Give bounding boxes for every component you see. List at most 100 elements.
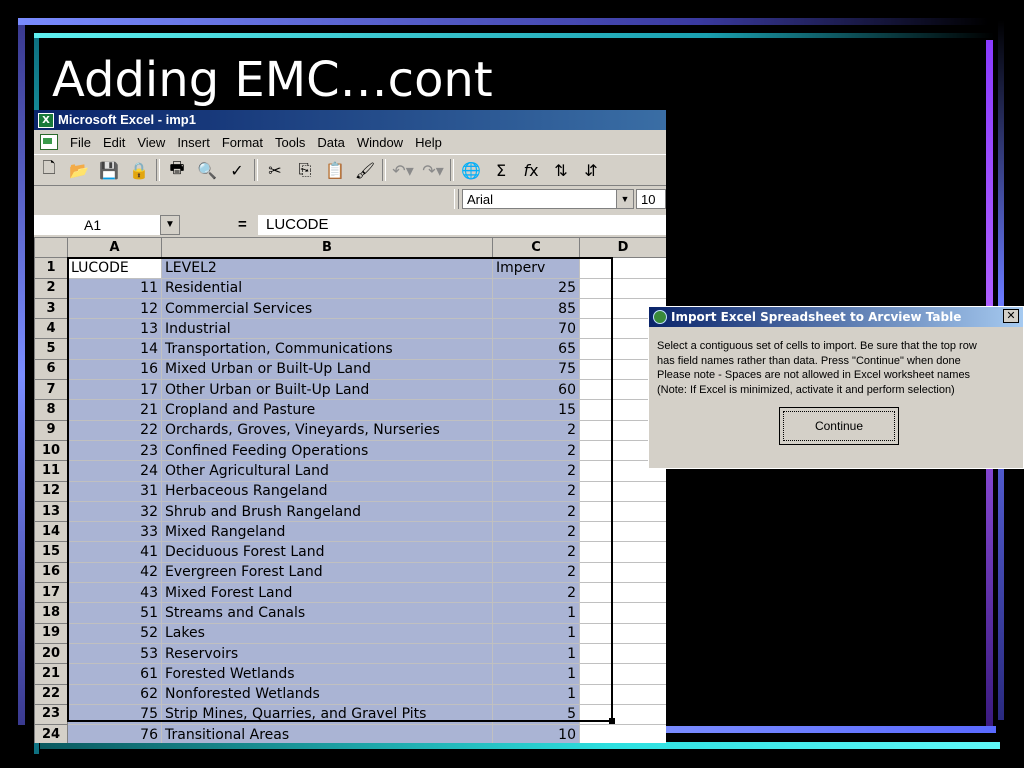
cell-lucode[interactable]: 32 xyxy=(67,500,162,523)
cell-empty[interactable] xyxy=(579,622,666,644)
cell-level2[interactable]: Industrial xyxy=(161,318,493,340)
fill-handle[interactable] xyxy=(609,718,615,724)
cell-c1[interactable]: Imperv xyxy=(492,257,580,279)
row-header[interactable]: 3 xyxy=(34,297,68,320)
menu-edit[interactable]: Edit xyxy=(97,135,131,150)
menu-window[interactable]: Window xyxy=(351,135,409,150)
cell-lucode[interactable]: 21 xyxy=(67,399,162,421)
cell-lucode[interactable]: 11 xyxy=(67,277,162,299)
undo-icon[interactable]: ↶▾ xyxy=(391,158,415,182)
dialog-title-bar[interactable]: Import Excel Spreadsheet to Arcview Tabl… xyxy=(649,307,1023,327)
row-header[interactable]: 8 xyxy=(34,399,68,421)
cell-empty[interactable] xyxy=(579,277,666,299)
cell-imperv[interactable]: 2 xyxy=(492,419,580,441)
cell-imperv[interactable]: 2 xyxy=(492,439,580,462)
continue-button[interactable]: Continue xyxy=(779,407,899,445)
save-icon[interactable]: 💾 xyxy=(97,158,121,182)
cell-empty[interactable] xyxy=(579,703,666,726)
cell-imperv[interactable]: 2 xyxy=(492,561,580,584)
cell-b1[interactable]: LEVEL2 xyxy=(161,257,493,279)
menu-insert[interactable]: Insert xyxy=(171,135,216,150)
cell-imperv[interactable]: 2 xyxy=(492,521,580,543)
cut-icon[interactable]: ✂ xyxy=(263,158,287,182)
cell-imperv[interactable]: 5 xyxy=(492,703,580,726)
row-header[interactable]: 18 xyxy=(34,602,68,624)
toolbar-grip[interactable] xyxy=(454,189,459,209)
cell-level2[interactable]: Mixed Rangeland xyxy=(161,521,493,543)
cell-empty[interactable] xyxy=(579,663,666,685)
cell-lucode[interactable]: 51 xyxy=(67,602,162,624)
select-all-corner[interactable] xyxy=(34,236,68,259)
cell-imperv[interactable]: 2 xyxy=(492,500,580,523)
cell-empty[interactable] xyxy=(579,480,666,502)
cell-level2[interactable]: Lakes xyxy=(161,622,493,644)
cell-imperv[interactable]: 1 xyxy=(492,683,580,705)
cell-empty[interactable] xyxy=(579,582,666,604)
cell-imperv[interactable]: 1 xyxy=(492,602,580,624)
cell-lucode[interactable]: 76 xyxy=(67,724,162,743)
cell-imperv[interactable]: 2 xyxy=(492,460,580,482)
cell-lucode[interactable]: 14 xyxy=(67,338,162,360)
cell-imperv[interactable]: 65 xyxy=(492,338,580,360)
font-name-select[interactable]: Arial ▼ xyxy=(462,189,634,209)
redo-icon[interactable]: ↷▾ xyxy=(421,158,445,182)
row-header[interactable]: 9 xyxy=(34,419,68,441)
sort-descending-icon[interactable]: ⇵ xyxy=(579,158,603,182)
cell-d1[interactable] xyxy=(579,257,666,279)
cell-level2[interactable]: Nonforested Wetlands xyxy=(161,683,493,705)
row-header[interactable]: 11 xyxy=(34,460,68,482)
cell-lucode[interactable]: 53 xyxy=(67,642,162,665)
row-header[interactable]: 20 xyxy=(34,642,68,665)
cell-lucode[interactable]: 52 xyxy=(67,622,162,644)
column-header-c[interactable]: C xyxy=(492,236,580,259)
cell-lucode[interactable]: 41 xyxy=(67,541,162,563)
menu-help[interactable]: Help xyxy=(409,135,448,150)
cell-lucode[interactable]: 42 xyxy=(67,561,162,584)
menu-tools[interactable]: Tools xyxy=(269,135,311,150)
cell-imperv[interactable]: 2 xyxy=(492,541,580,563)
cell-a1[interactable]: LUCODE xyxy=(67,257,162,279)
cell-imperv[interactable]: 2 xyxy=(492,582,580,604)
row-header[interactable]: 21 xyxy=(34,663,68,685)
cell-imperv[interactable]: 85 xyxy=(492,297,580,320)
cell-lucode[interactable]: 43 xyxy=(67,582,162,604)
cell-level2[interactable]: Shrub and Brush Rangeland xyxy=(161,500,493,523)
menu-format[interactable]: Format xyxy=(216,135,269,150)
row-header[interactable]: 12 xyxy=(34,480,68,502)
cell-empty[interactable] xyxy=(579,602,666,624)
cell-imperv[interactable]: 1 xyxy=(492,622,580,644)
chevron-down-icon[interactable]: ▼ xyxy=(160,215,180,235)
cell-level2[interactable]: Other Urban or Built-Up Land xyxy=(161,379,493,401)
cell-imperv[interactable]: 15 xyxy=(492,399,580,421)
cell-level2[interactable]: Orchards, Groves, Vineyards, Nurseries xyxy=(161,419,493,441)
name-box[interactable]: A1 xyxy=(34,215,160,235)
cell-imperv[interactable]: 10 xyxy=(492,724,580,743)
cell-level2[interactable]: Mixed Urban or Built-Up Land xyxy=(161,358,493,381)
cell-empty[interactable] xyxy=(579,561,666,584)
open-icon[interactable]: 📂 xyxy=(67,158,91,182)
cell-lucode[interactable]: 75 xyxy=(67,703,162,726)
function-icon[interactable]: fx xyxy=(519,158,543,182)
print-icon[interactable]: 🖶 xyxy=(165,158,189,182)
cell-imperv[interactable]: 60 xyxy=(492,379,580,401)
cell-level2[interactable]: Transitional Areas xyxy=(161,724,493,743)
cell-level2[interactable]: Mixed Forest Land xyxy=(161,582,493,604)
sort-ascending-icon[interactable]: ⇅ xyxy=(549,158,573,182)
copy-icon[interactable]: ⎘ xyxy=(293,158,317,182)
cell-imperv[interactable]: 1 xyxy=(492,642,580,665)
row-header[interactable]: 13 xyxy=(34,500,68,523)
cell-level2[interactable]: Forested Wetlands xyxy=(161,663,493,685)
cell-imperv[interactable]: 1 xyxy=(492,663,580,685)
column-header-a[interactable]: A xyxy=(67,236,162,259)
row-header[interactable]: 5 xyxy=(34,338,68,360)
cell-level2[interactable]: Reservoirs xyxy=(161,642,493,665)
print-preview-icon[interactable]: 🔍 xyxy=(195,158,219,182)
paste-icon[interactable]: 📋 xyxy=(323,158,347,182)
cell-empty[interactable] xyxy=(579,500,666,523)
cell-lucode[interactable]: 33 xyxy=(67,521,162,543)
cell-lucode[interactable]: 16 xyxy=(67,358,162,381)
cell-level2[interactable]: Commercial Services xyxy=(161,297,493,320)
cell-lucode[interactable]: 17 xyxy=(67,379,162,401)
cell-level2[interactable]: Confined Feeding Operations xyxy=(161,439,493,462)
row-header[interactable]: 17 xyxy=(34,582,68,604)
